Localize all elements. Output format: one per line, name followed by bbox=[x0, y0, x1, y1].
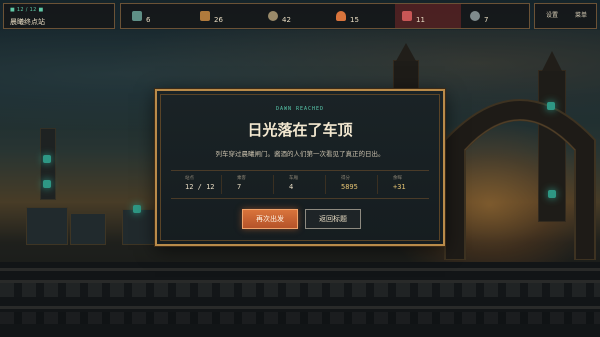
ore-icon bbox=[200, 11, 210, 21]
stage-panel: ■ 12 / 12 ■ 晨曦终点站 bbox=[3, 3, 115, 29]
settings-button[interactable]: 设置 bbox=[538, 8, 566, 24]
resource-clock: 7 bbox=[463, 4, 529, 28]
stage-progress: ■ 12 / 12 ■ bbox=[10, 7, 44, 13]
crystal-icon bbox=[132, 11, 142, 21]
dialog-title: 日光落在了车顶 bbox=[247, 121, 353, 139]
stat-cars: 车厢 4 bbox=[275, 175, 326, 195]
stat-value: 5895 bbox=[341, 183, 358, 191]
stat-value: 4 bbox=[289, 183, 294, 191]
victory-dialog: DAWN REACHED 日光落在了车顶 列车穿过晨曦闸门。酱酒的人们第一次看见… bbox=[155, 89, 445, 246]
divider bbox=[325, 175, 326, 194]
resource-gear: 42 bbox=[261, 4, 327, 28]
resource-fire: 15 bbox=[329, 4, 395, 28]
clock-icon bbox=[470, 11, 480, 21]
return-to-title-button[interactable]: 返回标题 bbox=[305, 209, 361, 229]
system-panel: 设置 菜单 bbox=[534, 3, 597, 29]
dialog-kicker: DAWN REACHED bbox=[275, 106, 325, 112]
dialog-inner-border bbox=[160, 94, 440, 241]
resource-value: 7 bbox=[484, 16, 489, 24]
resource-crystal: 6 bbox=[125, 4, 191, 28]
stat-label: 站点 bbox=[185, 176, 194, 181]
depart-again-button[interactable]: 再次出发 bbox=[242, 209, 298, 229]
resource-value: 15 bbox=[350, 16, 359, 24]
divider bbox=[221, 175, 222, 194]
dialog-description: 列车穿过晨曦闸门。酱酒的人们第一次看见了真正的日出。 bbox=[215, 150, 385, 158]
stat-label: 得分 bbox=[341, 176, 350, 181]
resource-value: 26 bbox=[214, 16, 223, 24]
stat-label: 余晖 bbox=[393, 176, 402, 181]
stat-label: 车厢 bbox=[289, 176, 298, 181]
stat-afterglow: 余晖 +31 bbox=[379, 175, 430, 195]
resource-ore: 26 bbox=[193, 4, 259, 28]
stat-score: 得分 5895 bbox=[327, 175, 378, 195]
divider bbox=[273, 175, 274, 194]
menu-button[interactable]: 菜单 bbox=[567, 8, 595, 24]
resource-heart: 11 bbox=[395, 4, 461, 28]
resource-value: 11 bbox=[416, 16, 425, 24]
fire-icon bbox=[336, 11, 346, 21]
stage-title: 晨曦终点站 bbox=[10, 18, 45, 26]
stat-label: 乘客 bbox=[237, 176, 246, 181]
stat-value: 7 bbox=[237, 183, 242, 191]
stat-passengers: 乘客 7 bbox=[223, 175, 274, 195]
resource-bar: 6 26 42 15 11 7 bbox=[120, 3, 530, 29]
heart-icon bbox=[402, 11, 412, 21]
divider bbox=[377, 175, 378, 194]
stats-row: 站点 12 / 12 乘客 7 车厢 4 得分 5895 余晖 +31 bbox=[171, 170, 429, 199]
resource-value: 42 bbox=[282, 16, 291, 24]
resource-value: 6 bbox=[146, 16, 151, 24]
stat-value: 12 / 12 bbox=[185, 183, 215, 191]
stat-value: +31 bbox=[393, 183, 406, 191]
stat-stations: 站点 12 / 12 bbox=[171, 175, 222, 195]
gear-icon bbox=[268, 11, 278, 21]
